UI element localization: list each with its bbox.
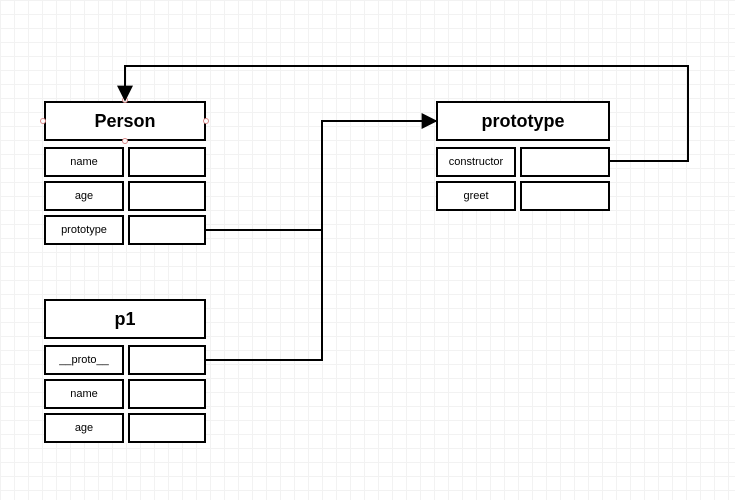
row-person-name[interactable]: name (44, 147, 206, 177)
port-right (203, 118, 209, 124)
node-person-rows: name age prototype (44, 147, 206, 245)
row-p1-proto[interactable]: __proto__ (44, 345, 206, 375)
row-p1-age[interactable]: age (44, 413, 206, 443)
node-person-header: Person (44, 101, 206, 141)
node-p1-rows: __proto__ name age (44, 345, 206, 443)
cell-key: name (44, 147, 124, 177)
node-p1[interactable]: p1 __proto__ name age (44, 299, 206, 443)
row-prototype-constructor[interactable]: constructor (436, 147, 610, 177)
row-person-age[interactable]: age (44, 181, 206, 211)
diagram-canvas: Person name age prototype p1 (0, 0, 735, 500)
cell-value (520, 181, 610, 211)
node-person-title: Person (94, 111, 155, 132)
cell-key: __proto__ (44, 345, 124, 375)
row-person-prototype[interactable]: prototype (44, 215, 206, 245)
cell-value (128, 413, 206, 443)
cell-key: prototype (44, 215, 124, 245)
cell-key: age (44, 181, 124, 211)
node-p1-title: p1 (114, 309, 135, 330)
node-prototype[interactable]: prototype constructor greet (436, 101, 610, 211)
cell-value (520, 147, 610, 177)
row-p1-name[interactable]: name (44, 379, 206, 409)
cell-key: greet (436, 181, 516, 211)
node-person[interactable]: Person name age prototype (44, 101, 206, 245)
cell-key: age (44, 413, 124, 443)
edge-p1-proto-to-prototype (206, 121, 436, 360)
cell-key: constructor (436, 147, 516, 177)
cell-value (128, 181, 206, 211)
port-left (40, 118, 46, 124)
cell-key: name (44, 379, 124, 409)
row-prototype-greet[interactable]: greet (436, 181, 610, 211)
node-p1-header: p1 (44, 299, 206, 339)
node-prototype-rows: constructor greet (436, 147, 610, 211)
cell-value (128, 147, 206, 177)
cell-value (128, 379, 206, 409)
cell-value (128, 345, 206, 375)
node-prototype-header: prototype (436, 101, 610, 141)
cell-value (128, 215, 206, 245)
port-bottom (122, 138, 128, 144)
port-top (122, 97, 128, 103)
node-prototype-title: prototype (482, 111, 565, 132)
